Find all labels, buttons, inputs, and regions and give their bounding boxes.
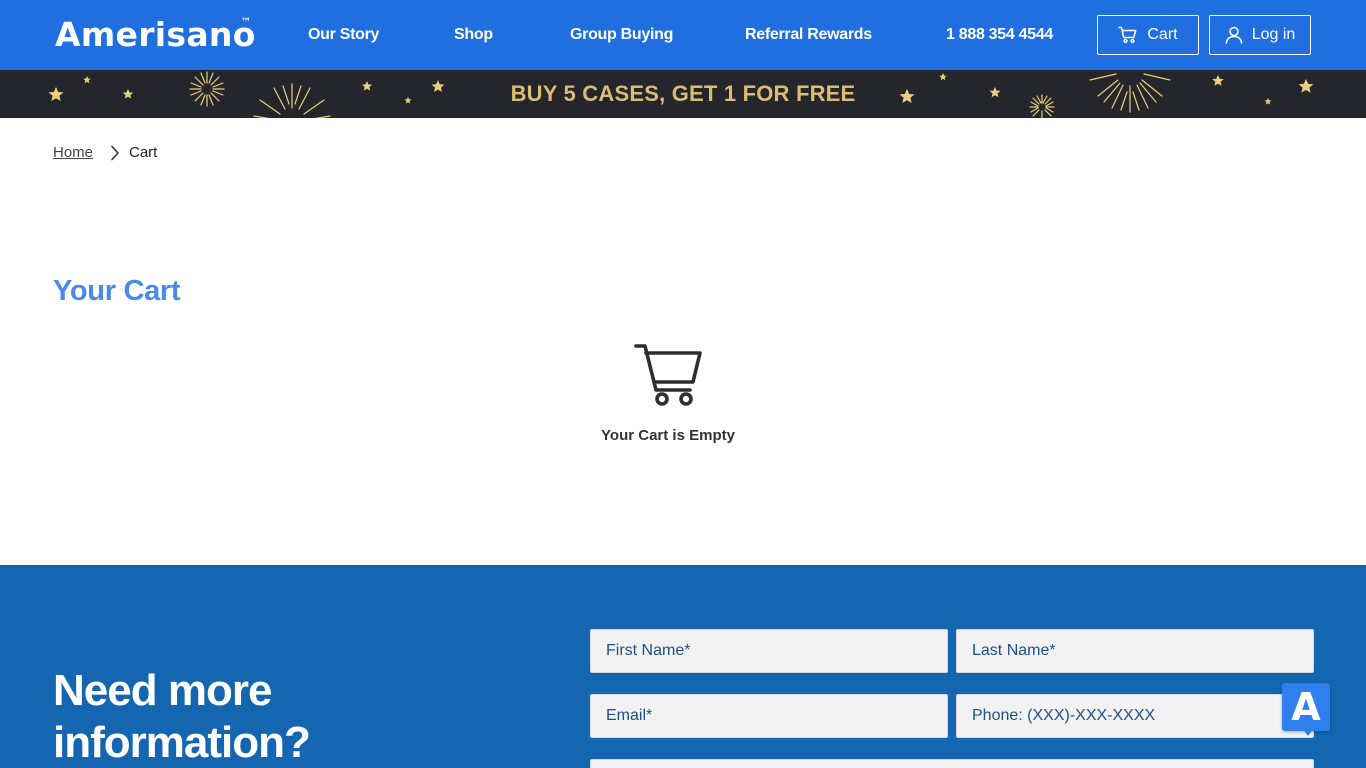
promo-banner[interactable]: BUY 5 CASES, GET 1 FOR FREE [0,70,1366,118]
cart-icon [1118,26,1138,44]
chevron-right-icon [110,145,120,166]
contact-heading: Need more information? [53,666,311,767]
promo-text: BUY 5 CASES, GET 1 FOR FREE [510,81,856,106]
breadcrumb-current: Cart [129,144,158,161]
nav-shop[interactable]: Shop [454,24,493,46]
phone-link[interactable]: 1 888 354 4544 [946,24,1053,46]
user-icon [1225,26,1243,44]
login-button[interactable]: Log in [1209,15,1311,55]
breadcrumb-home[interactable]: Home [53,144,93,161]
nav-referral-rewards[interactable]: Referral Rewards [745,24,872,46]
cart-button-label: Cart [1147,26,1178,43]
login-button-label: Log in [1251,26,1296,43]
last-name-field[interactable] [956,629,1314,673]
widget-pointer [1302,728,1314,736]
shopping-cart-icon [634,343,704,414]
logo[interactable]: Amerisano [55,14,256,56]
phone-field[interactable] [956,694,1314,738]
empty-cart-message: Your Cart is Empty [601,427,735,444]
message-field[interactable] [590,759,1314,768]
nav-our-story[interactable]: Our Story [308,24,379,46]
first-name-field[interactable] [590,629,948,673]
page-title: Your Cart [53,275,181,307]
site-header: Amerisano ™ Our Story Shop Group Buying … [0,0,1366,70]
cart-button[interactable]: Cart [1097,15,1199,55]
trademark-mark: ™ [241,17,251,28]
nav-group-buying[interactable]: Group Buying [570,24,673,46]
email-field[interactable] [590,694,948,738]
accessibility-widget-button[interactable]: A [1282,683,1330,731]
contact-section: Need more information? [0,565,1366,768]
